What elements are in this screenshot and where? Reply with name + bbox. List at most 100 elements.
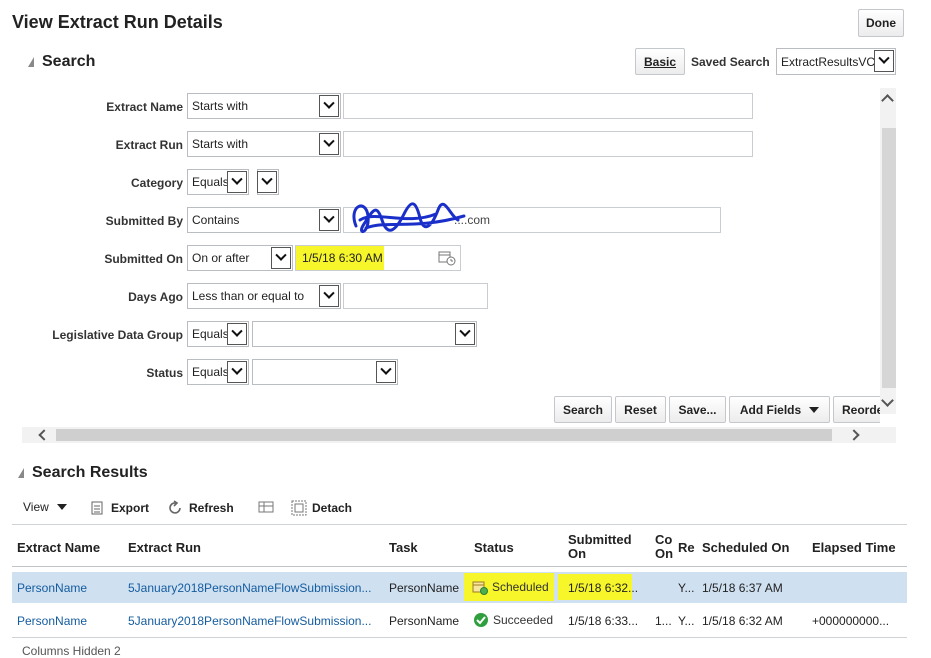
col-re[interactable]: Re — [678, 541, 695, 555]
divider — [12, 566, 907, 567]
chevron-down-icon[interactable] — [455, 323, 475, 345]
refresh-button[interactable]: Refresh — [168, 500, 234, 516]
submitted-by-input[interactable]: ....com — [343, 202, 721, 233]
calendar-icon[interactable] — [438, 250, 456, 266]
days-ago-operator-select[interactable]: Less than or equal to — [187, 283, 341, 309]
extract-name-operator-select[interactable]: Starts with — [187, 93, 341, 119]
chevron-down-icon[interactable] — [376, 361, 396, 383]
add-fields-button[interactable]: Add Fields — [729, 396, 830, 423]
extract-name-input[interactable] — [343, 93, 753, 119]
row-extract-run-link[interactable]: 5January2018PersonNameFlowSubmission... — [128, 581, 378, 595]
caret-down-icon — [809, 406, 820, 413]
horizontal-scrollbar[interactable] — [22, 427, 896, 443]
ldg-value-select[interactable] — [252, 321, 477, 347]
scheduled-icon — [472, 581, 488, 595]
col-extract-run[interactable]: Extract Run — [128, 541, 201, 555]
freeze-button[interactable] — [258, 500, 276, 516]
refresh-icon — [169, 500, 181, 514]
row-scheduled-on: 1/5/18 6:37 AM — [702, 581, 783, 595]
detach-button[interactable]: Detach — [291, 500, 352, 516]
submitted-by-operator-select[interactable]: Contains — [187, 207, 341, 233]
extract-run-operator-select[interactable]: Starts with — [187, 131, 341, 157]
col-extract-name[interactable]: Extract Name — [17, 541, 100, 555]
row-extract-name-link[interactable]: PersonName — [17, 614, 117, 628]
scroll-left-icon[interactable] — [38, 429, 50, 441]
status-operator-select[interactable]: Equals — [187, 359, 249, 385]
columns-hidden-footer: Columns Hidden 2 — [22, 644, 121, 658]
divider — [12, 524, 907, 525]
col-task[interactable]: Task — [389, 541, 418, 555]
page-title: View Extract Run Details — [12, 12, 223, 32]
ldg-operator-select[interactable]: Equals — [187, 321, 249, 347]
status-value-select[interactable] — [252, 359, 398, 385]
row-extract-run-link[interactable]: 5January2018PersonNameFlowSubmission... — [128, 614, 378, 628]
search-button[interactable]: Search — [554, 396, 612, 423]
chevron-down-icon[interactable] — [227, 323, 247, 345]
category-operator-select[interactable]: Equals — [187, 169, 249, 195]
col-scheduled-on[interactable]: Scheduled On — [702, 541, 789, 555]
scroll-down-icon[interactable] — [881, 394, 894, 407]
col-submitted-on[interactable]: Submitted On — [568, 533, 632, 561]
collapse-triangle-icon — [18, 468, 24, 478]
freeze-columns-icon — [258, 501, 274, 513]
row-task: PersonName — [389, 614, 460, 628]
export-icon — [91, 501, 103, 515]
row-re: Y... — [678, 614, 695, 628]
row-status: Succeeded — [473, 612, 553, 628]
basic-button[interactable]: Basic — [635, 48, 685, 75]
row-submitted-on: 1/5/18 6:32... — [568, 581, 639, 595]
row-scheduled-on: 1/5/18 6:32 AM — [702, 614, 783, 628]
row-task: PersonName — [389, 581, 460, 595]
extract-run-label: Extract Run — [115, 138, 183, 152]
row-submitted-on: 1/5/18 6:33... — [568, 614, 639, 628]
row-extract-name-link[interactable]: PersonName — [17, 581, 117, 595]
chevron-down-icon[interactable] — [227, 361, 247, 383]
col-status[interactable]: Status — [474, 541, 514, 555]
reorder-button[interactable]: Reorder — [833, 396, 880, 423]
status-label: Status — [146, 366, 183, 380]
scrollbar-thumb[interactable] — [56, 429, 832, 441]
chevron-down-icon[interactable] — [319, 285, 339, 307]
extract-run-input[interactable] — [343, 131, 753, 157]
category-value-select[interactable] — [257, 169, 279, 195]
saved-search-label: Saved Search — [691, 55, 770, 69]
scroll-up-icon[interactable] — [881, 94, 894, 107]
saved-search-select[interactable]: ExtractResultsVC — [776, 48, 896, 75]
category-label: Category — [130, 176, 183, 190]
chevron-down-icon[interactable] — [874, 50, 894, 72]
days-ago-label: Days Ago — [128, 290, 183, 304]
redaction-scribble-icon — [352, 202, 466, 233]
chevron-down-icon[interactable] — [227, 171, 247, 193]
detach-icon — [291, 500, 307, 516]
submitted-on-operator-select[interactable]: On or after — [187, 245, 293, 271]
chevron-down-icon[interactable] — [271, 247, 291, 269]
scrollbar-thumb[interactable] — [882, 128, 896, 388]
search-results-header[interactable]: Search Results — [18, 464, 148, 482]
col-elapsed-time[interactable]: Elapsed Time — [812, 541, 896, 555]
view-menu[interactable]: View — [23, 500, 67, 514]
chevron-down-icon[interactable] — [257, 171, 277, 193]
row-completed-on: 1... — [655, 614, 672, 628]
chevron-down-icon[interactable] — [319, 209, 339, 231]
vertical-scrollbar[interactable] — [880, 88, 896, 414]
success-check-icon — [474, 613, 488, 627]
save-button[interactable]: Save... — [669, 396, 726, 423]
row-status: Scheduled — [472, 579, 549, 595]
export-button[interactable]: Export — [90, 500, 149, 516]
reset-button[interactable]: Reset — [615, 396, 666, 423]
days-ago-input[interactable] — [343, 283, 488, 309]
scroll-right-icon[interactable] — [848, 429, 860, 441]
col-completed-on[interactable]: Co On — [655, 533, 673, 561]
search-section-header[interactable]: Search — [28, 53, 95, 71]
legislative-data-group-label: Legislative Data Group — [52, 328, 183, 342]
extract-name-label: Extract Name — [106, 100, 183, 114]
chevron-down-icon[interactable] — [319, 133, 339, 155]
divider — [12, 637, 907, 638]
reorder-clip: Reorder — [833, 396, 880, 423]
caret-down-icon — [56, 504, 67, 510]
collapse-triangle-icon — [28, 57, 34, 67]
chevron-down-icon[interactable] — [319, 95, 339, 117]
done-button[interactable]: Done — [858, 9, 904, 37]
submitted-on-date-input[interactable]: 1/5/18 6:30 AM — [295, 245, 461, 271]
submitted-on-label: Submitted On — [104, 252, 183, 266]
